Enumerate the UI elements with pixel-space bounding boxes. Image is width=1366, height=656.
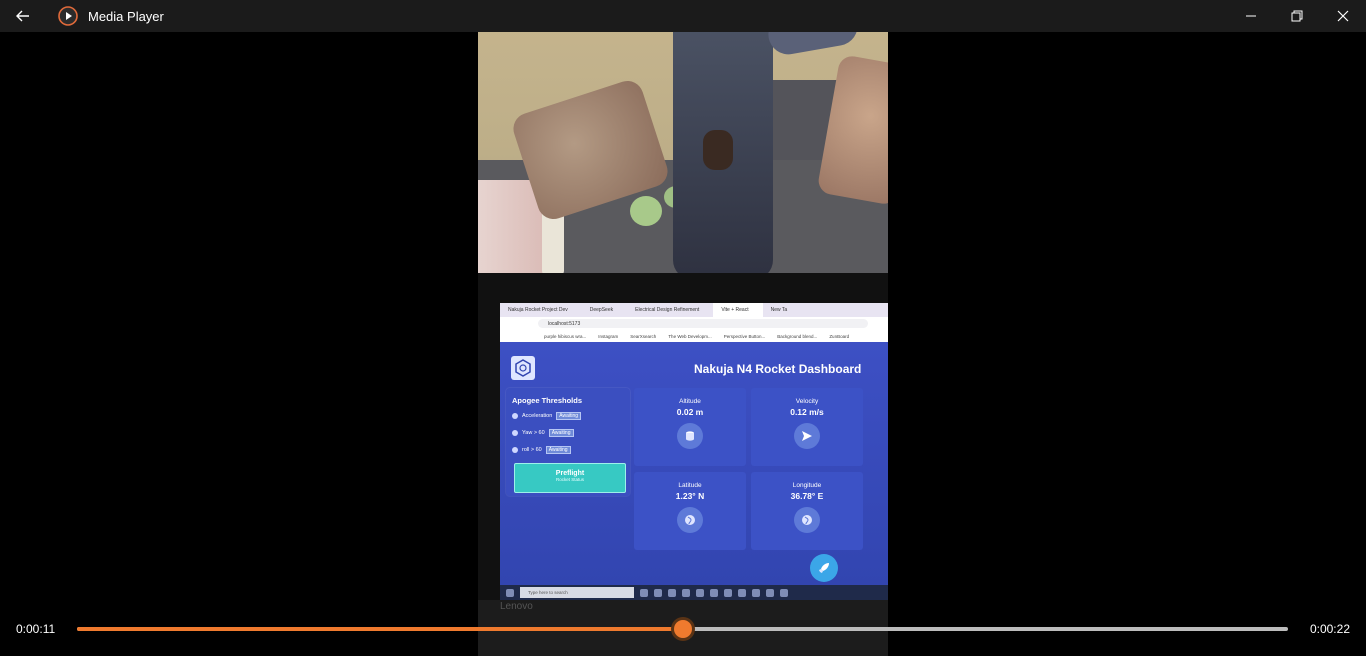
longitude-card: Longitude 36.78° E (751, 472, 863, 550)
status-dot-icon (512, 447, 518, 453)
hexagon-logo-icon (515, 359, 531, 377)
browser-url: localhost:5173 (538, 319, 868, 328)
minimize-icon (1246, 15, 1256, 17)
latitude-card: Latitude 1.23° N (634, 472, 746, 550)
taskbar-app-icon (682, 588, 690, 597)
threshold-row: Acceleration Awaiting (512, 412, 582, 420)
taskbar-app-icon (752, 588, 760, 597)
threshold-row: roll > 60 Awaiting (512, 446, 571, 454)
dashboard-title: Nakuja N4 Rocket Dashboard (694, 362, 862, 376)
bookmark: purple hibiscus wra... (544, 333, 587, 339)
seek-bar[interactable] (77, 620, 1288, 638)
threshold-label: Yaw > 60 (522, 430, 545, 436)
rocket-status-value: Preflight (555, 470, 585, 477)
video-room-scene (478, 0, 888, 280)
database-icon (677, 423, 703, 449)
taskbar-app-icon (640, 588, 648, 597)
current-time: 0:00:11 (16, 622, 56, 636)
browser-tab: Nakuja Rocket Project Dev (508, 307, 568, 313)
rocket-icon (819, 563, 829, 573)
altitude-card: Altitude 0.02 m (634, 388, 746, 466)
seek-bar-played (77, 627, 683, 631)
close-icon (1337, 10, 1349, 22)
windows-taskbar: Type here to search (500, 585, 888, 600)
taskbar-app-icon (780, 588, 788, 597)
browser-tab: New Ta (770, 307, 788, 313)
card-label: Velocity (795, 398, 819, 405)
send-icon (794, 423, 820, 449)
back-button[interactable] (0, 0, 46, 32)
restore-icon (1291, 10, 1303, 22)
globe-icon (677, 507, 703, 533)
bookmark: SearXsearch (630, 333, 657, 339)
taskbar-app-icon (710, 588, 718, 597)
taskbar-app-icon (766, 588, 774, 597)
threshold-label: roll > 60 (522, 447, 542, 453)
taskbar-app-icon (654, 588, 662, 597)
card-value: 36.78° E (790, 491, 824, 501)
title-bar: Media Player (0, 0, 1366, 32)
taskbar-search: Type here to search (520, 587, 634, 598)
bookmark: Background blend... (777, 333, 818, 339)
laptop-brand: Lenovo (500, 601, 533, 612)
velocity-card: Velocity 0.12 m/s (751, 388, 863, 466)
status-dot-icon (512, 430, 518, 436)
laptop-screen: Nakuja Rocket Project Dev DeepSeek Elect… (500, 303, 888, 600)
restore-button[interactable] (1274, 0, 1320, 32)
taskbar-app-icon (696, 588, 704, 597)
pillow (816, 54, 888, 206)
threshold-row: Yaw > 60 Awaiting (512, 429, 574, 437)
apogee-thresholds-panel: Apogee Thresholds Acceleration Awaiting … (506, 388, 630, 496)
rocket-dashboard: Nakuja N4 Rocket Dashboard Apogee Thresh… (500, 342, 888, 585)
taskbar-app-icon (668, 588, 676, 597)
threshold-label: Acceleration (522, 413, 553, 419)
card-value: 0.12 m/s (790, 407, 824, 417)
browser-tab: Electrical Design Refinement (635, 307, 700, 313)
status-badge: Awaiting (545, 446, 571, 454)
status-badge: Awaiting (556, 412, 582, 420)
card-label: Longitude (792, 482, 822, 489)
rocket-status-label: Rocket Status (555, 477, 584, 482)
bookmark: Instagram (598, 333, 619, 339)
apogee-title: Apogee Thresholds (512, 396, 583, 405)
card-value: 0.02 m (676, 407, 704, 417)
windows-start-icon (506, 588, 514, 597)
seek-bar-thumb[interactable] (673, 620, 692, 638)
close-button[interactable] (1320, 0, 1366, 32)
taskbar-app-icon (724, 588, 732, 597)
person-hand (703, 130, 733, 170)
card-label: Latitude (678, 482, 702, 489)
globe-icon (794, 507, 820, 533)
playback-bar-left-bg (0, 612, 478, 656)
bookmark: The Web Developm... (668, 333, 712, 339)
browser-tab-active: Vite + React (713, 303, 763, 317)
playback-bar-right-bg (888, 612, 1366, 656)
dashboard-logo (511, 356, 535, 380)
card-label: Altitude (679, 398, 701, 405)
media-player-app-icon (58, 6, 78, 26)
status-dot-icon (512, 413, 518, 419)
window-title: Media Player (88, 8, 164, 24)
back-arrow-icon (16, 10, 29, 22)
rocket-launch-button (810, 554, 838, 582)
card-value: 1.23° N (675, 491, 705, 501)
bookmark: Perspective Button... (723, 333, 766, 339)
browser-tab-strip: Nakuja Rocket Project Dev DeepSeek Elect… (500, 303, 888, 317)
status-badge: Awaiting (548, 429, 574, 437)
green-roll (630, 196, 662, 226)
video-frame[interactable]: Lenovo Nakuja Rocket Project Dev DeepSee… (478, 0, 888, 656)
taskbar-app-icon (738, 588, 746, 597)
total-time: 0:00:22 (1309, 622, 1350, 636)
browser-tab: DeepSeek (589, 307, 614, 313)
playback-controls: 0:00:11 0:00:22 (0, 612, 1366, 656)
bookmark: ZunBoard (829, 333, 850, 339)
browser-address-row: localhost:5173 (500, 317, 888, 330)
rocket-status-box: Preflight Rocket Status (514, 463, 626, 493)
minimize-button[interactable] (1228, 0, 1274, 32)
